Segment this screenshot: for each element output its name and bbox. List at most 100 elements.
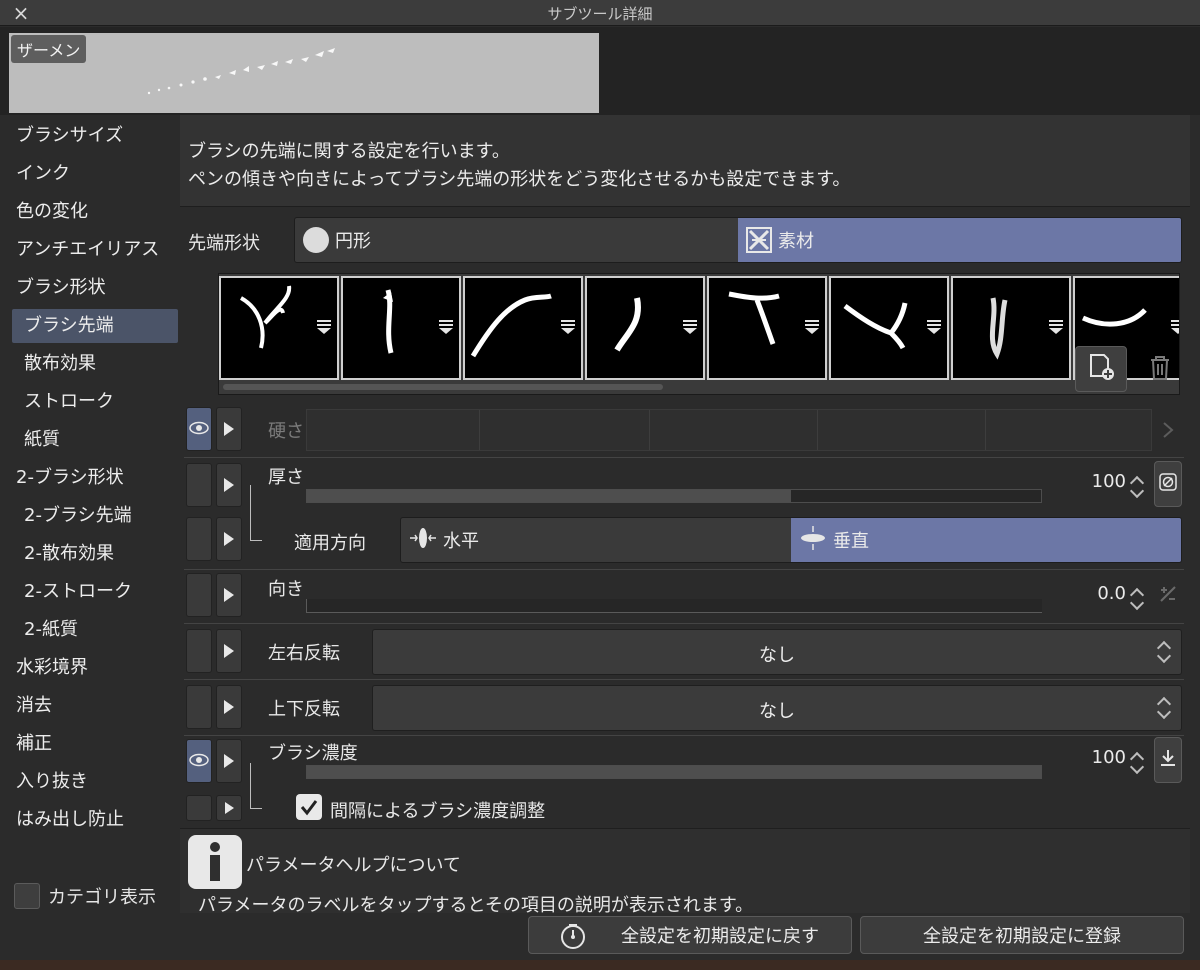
sidebar-item-overflow-prevention[interactable]: はみ出し防止 (16, 803, 124, 837)
brush-density-slider[interactable] (306, 765, 1042, 779)
thickness-expand-button[interactable] (216, 463, 242, 507)
stroke-preview-graphic (147, 48, 335, 95)
tip-material-item[interactable] (707, 276, 827, 380)
thickness-visibility-toggle[interactable] (186, 463, 212, 507)
flip-vertical-spinner[interactable] (1156, 694, 1175, 724)
sidebar-item-2-spray-effect[interactable]: 2-散布効果 (24, 537, 114, 571)
delete-material-button[interactable] (1134, 346, 1179, 392)
category-display-toggle[interactable]: カテゴリ表示 (14, 881, 156, 911)
brush-density-value[interactable]: 100 (1066, 747, 1126, 768)
sidebar-item-correction[interactable]: 補正 (16, 727, 52, 761)
density-expand-button[interactable] (216, 739, 242, 783)
item-menu-icon[interactable] (805, 320, 819, 334)
flip-vertical-label[interactable]: 上下反転 (268, 695, 340, 721)
tip-shape-material-option[interactable]: 素材 (738, 218, 1181, 262)
thickness-slider[interactable] (306, 489, 1042, 503)
sidebar-item-2-stroke[interactable]: 2-ストローク (24, 575, 132, 609)
category-display-checkbox[interactable] (14, 883, 40, 909)
separator (184, 457, 1184, 458)
flip-vertical-dropdown[interactable]: なし (372, 685, 1182, 731)
flip-v-expand-button[interactable] (216, 685, 242, 729)
brush-density-spinner[interactable] (1129, 749, 1148, 779)
thickness-no-pressure-button[interactable] (1154, 461, 1182, 507)
reset-all-settings-button[interactable]: 全設定を初期設定に戻す (528, 916, 852, 954)
tip-material-item[interactable] (829, 276, 949, 380)
sidebar-item-2-brush-shape[interactable]: 2-ブラシ形状 (16, 461, 124, 495)
brush-density-label[interactable]: ブラシ濃度 (268, 739, 358, 765)
tip-shape-circle-option[interactable]: 円形 (295, 218, 738, 262)
item-menu-icon[interactable] (683, 320, 697, 334)
hardness-graph (306, 409, 1152, 451)
orientation-random-button[interactable] (1154, 573, 1182, 619)
flip-h-expand-button[interactable] (216, 629, 242, 673)
tip-material-item[interactable] (951, 276, 1071, 380)
direction-vertical-option[interactable]: 垂直 (791, 518, 1181, 562)
orientation-slider[interactable] (306, 599, 1042, 613)
sidebar-item-spray-effect[interactable]: 散布効果 (24, 347, 96, 381)
tip-shape-label[interactable]: 先端形状 (188, 229, 260, 255)
sidebar-item-paper-texture[interactable]: 紙質 (24, 423, 60, 457)
thickness-label[interactable]: 厚さ (268, 463, 304, 489)
eye-icon (189, 751, 209, 772)
tip-material-list[interactable] (218, 273, 1180, 395)
sidebar-item-erase[interactable]: 消去 (16, 689, 52, 723)
spacing-density-expand-button[interactable] (216, 795, 242, 821)
thickness-value[interactable]: 100 (1066, 471, 1126, 492)
spacing-density-label[interactable]: 間隔によるブラシ濃度調整 (330, 797, 545, 823)
sidebar-item-ink[interactable]: インク (16, 157, 70, 191)
expand-triangle-icon (224, 754, 234, 768)
item-menu-icon[interactable] (317, 320, 331, 334)
tip-material-item[interactable] (341, 276, 461, 380)
orientation-expand-button[interactable] (216, 573, 242, 617)
brush-density-pressure-button[interactable] (1154, 737, 1182, 783)
orientation-label[interactable]: 向き (268, 575, 304, 601)
item-menu-icon[interactable] (1049, 320, 1063, 334)
sidebar-item-2-brush-tip[interactable]: 2-ブラシ先端 (24, 499, 132, 533)
flip-v-visibility-toggle[interactable] (186, 685, 212, 729)
sidebar-item-taper[interactable]: 入り抜き (16, 765, 88, 799)
tip-material-item[interactable] (463, 276, 583, 380)
sidebar-item-watercolor-edge[interactable]: 水彩境界 (16, 651, 88, 685)
sidebar-item-brush-size[interactable]: ブラシサイズ (16, 119, 123, 153)
tip-shape-material-label: 素材 (778, 231, 814, 252)
direction-horizontal-option[interactable]: 水平 (401, 518, 791, 562)
sidebar-item-brush-tip[interactable]: ブラシ先端 (12, 309, 178, 343)
hardness-label[interactable]: 硬さ (268, 417, 304, 443)
thickness-spinner[interactable] (1129, 473, 1148, 503)
sidebar-item-brush-shape[interactable]: ブラシ形状 (16, 271, 106, 305)
flip-horizontal-spinner[interactable] (1156, 638, 1175, 668)
direction-expand-button[interactable] (216, 517, 242, 561)
apply-direction-label[interactable]: 適用方向 (294, 529, 366, 555)
brush-density-slider-fill (307, 766, 1041, 778)
sidebar-item-color-jitter[interactable]: 色の変化 (16, 195, 88, 229)
spacing-density-checkbox[interactable] (296, 794, 322, 820)
item-menu-icon[interactable] (439, 320, 453, 334)
flip-horizontal-label[interactable]: 左右反転 (268, 639, 340, 665)
spacing-density-visibility-toggle[interactable] (186, 795, 212, 821)
orientation-value[interactable]: 0.0 (1066, 583, 1126, 604)
orientation-spinner[interactable] (1129, 585, 1148, 615)
material-list-scrollbar[interactable] (223, 384, 663, 390)
item-menu-icon[interactable] (927, 320, 941, 334)
thickness-slider-fill (307, 490, 792, 502)
item-menu-icon[interactable] (561, 320, 575, 334)
hardness-expand-button[interactable] (216, 407, 242, 451)
direction-visibility-toggle[interactable] (186, 517, 212, 561)
register-default-settings-button[interactable]: 全設定を初期設定に登録 (860, 916, 1184, 954)
expand-triangle-icon (224, 644, 234, 658)
tip-material-item[interactable] (585, 276, 705, 380)
flip-h-visibility-toggle[interactable] (186, 629, 212, 673)
flip-horizontal-dropdown[interactable]: なし (372, 629, 1182, 675)
add-material-button[interactable] (1075, 346, 1127, 392)
orientation-visibility-toggle[interactable] (186, 573, 212, 617)
preview-area: ザーメン (0, 27, 1200, 115)
sidebar-item-anti-aliasing[interactable]: アンチエイリアス (16, 233, 159, 267)
item-menu-icon[interactable] (1171, 320, 1179, 334)
hardness-visibility-toggle[interactable] (186, 407, 212, 451)
settings-panel: ブラシの先端に関する設定を行います。 ペンの傾きや向きによってブラシ先端の形状を… (180, 115, 1200, 916)
register-default-settings-label: 全設定を初期設定に登録 (923, 926, 1121, 947)
sidebar-item-2-paper-texture[interactable]: 2-紙質 (24, 613, 78, 647)
sidebar-item-stroke[interactable]: ストローク (24, 385, 114, 419)
density-visibility-toggle[interactable] (186, 739, 212, 783)
tip-material-item[interactable] (219, 276, 339, 380)
